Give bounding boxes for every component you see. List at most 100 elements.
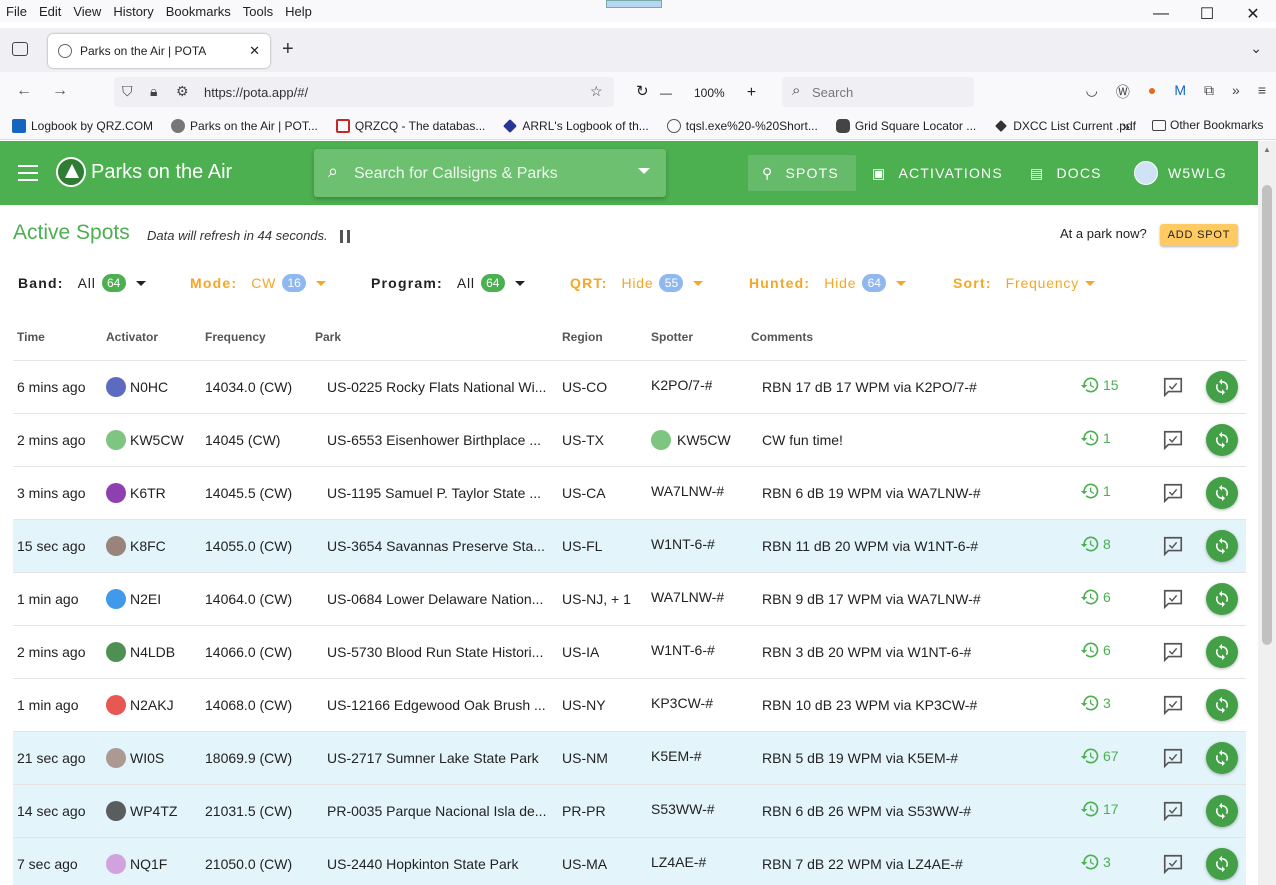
pause-icon[interactable] <box>340 230 350 243</box>
comment-button[interactable] <box>1162 535 1184 560</box>
table-row[interactable]: 1 min ago N2EI 14064.0 (CW) US-0684 Lower D… <box>13 572 1246 625</box>
spotter-cell[interactable]: KP3CW-# <box>651 695 713 711</box>
spotter-cell[interactable]: S53WW-# <box>651 801 715 817</box>
spot-frequency[interactable]: 14064.0 (CW) <box>205 591 292 607</box>
spotter-callsign[interactable]: KP3CW-# <box>651 695 713 711</box>
menu-view[interactable]: View <box>67 4 107 19</box>
spotter-callsign[interactable]: K2PO/7-# <box>651 377 712 393</box>
spotter-cell[interactable]: LZ4AE-# <box>651 854 706 870</box>
m-extension-icon[interactable]: M <box>1174 82 1186 102</box>
filter-hunted[interactable]: Hunted: Hide 64 <box>749 273 907 293</box>
spotter-callsign[interactable]: KW5CW <box>677 432 731 448</box>
table-row[interactable]: 2 mins ago KW5CW 14045 (CW) US-6553 Eisenho… <box>13 413 1246 466</box>
spot-park[interactable]: US-12166 Edgewood Oak Brush ... <box>327 697 553 713</box>
close-tab-icon[interactable]: ✕ <box>249 43 260 59</box>
menu-file[interactable]: File <box>0 4 33 19</box>
table-row[interactable]: 7 sec ago NQ1F 21050.0 (CW) US-2440 Hopkint… <box>13 837 1246 885</box>
spot-park[interactable]: US-2440 Hopkinton State Park <box>327 856 553 872</box>
spot-frequency[interactable]: 14068.0 (CW) <box>205 697 292 713</box>
bookmark-item[interactable]: Parks on the Air | POT... <box>159 118 324 133</box>
table-row[interactable]: 3 mins ago K6TR 14045.5 (CW) US-1195 Samuel… <box>13 466 1246 519</box>
spot-frequency[interactable]: 14034.0 (CW) <box>205 379 292 395</box>
extensions-icon[interactable]: ⧉ <box>1204 82 1214 102</box>
table-row[interactable]: 15 sec ago K8FC 14055.0 (CW) US-3654 Savann… <box>13 519 1246 572</box>
nav-user[interactable]: W5WLG <box>1120 155 1241 191</box>
comment-button[interactable] <box>1162 853 1184 878</box>
activator-callsign[interactable]: WP4TZ <box>130 803 177 819</box>
respot-button[interactable] <box>1206 742 1238 774</box>
spot-park[interactable]: US-5730 Blood Run State Histori... <box>327 644 553 660</box>
spot-park[interactable]: US-6553 Eisenhower Birthplace ... <box>327 432 553 448</box>
hamburger-menu-icon[interactable]: ≡ <box>1258 82 1266 102</box>
spot-park[interactable]: US-0225 Rocky Flats National Wi... <box>327 379 553 395</box>
activator-cell[interactable]: K8FC <box>106 536 166 556</box>
close-window-icon[interactable]: ✕ <box>1230 0 1276 28</box>
spot-park[interactable]: US-0684 Lower Delaware Nation... <box>327 591 553 607</box>
respot-button[interactable] <box>1206 583 1238 615</box>
app-title[interactable]: Parks on the Air <box>91 161 232 184</box>
page-scrollbar[interactable]: ▲ <box>1258 141 1276 885</box>
spot-frequency[interactable]: 18069.9 (CW) <box>205 750 292 766</box>
activator-cell[interactable]: WI0S <box>106 748 164 768</box>
spotter-cell[interactable]: W1NT-6-# <box>651 536 715 552</box>
filter-sort[interactable]: Sort: Frequency <box>953 273 1096 293</box>
scrollbar-thumb[interactable] <box>1262 185 1272 645</box>
spotter-cell[interactable]: WA7LNW-# <box>651 589 724 605</box>
activator-callsign[interactable]: K6TR <box>130 485 166 501</box>
spotter-cell[interactable]: K2PO/7-# <box>651 377 712 393</box>
hunt-history[interactable]: 3 <box>1080 693 1111 713</box>
spot-frequency[interactable]: 21050.0 (CW) <box>205 856 292 872</box>
activator-cell[interactable]: NQ1F <box>106 854 167 874</box>
bookmark-item[interactable]: Grid Square Locator ... <box>824 118 982 133</box>
zoom-out-icon[interactable]: — <box>660 86 672 100</box>
comment-button[interactable] <box>1162 429 1184 454</box>
hunt-history[interactable]: 67 <box>1080 746 1119 766</box>
spotter-callsign[interactable]: K5EM-# <box>651 748 702 764</box>
url-text[interactable]: https://pota.app/#/ <box>204 85 308 100</box>
back-icon[interactable]: ← <box>16 82 32 100</box>
activator-cell[interactable]: N0HC <box>106 377 168 397</box>
spotter-callsign[interactable]: WA7LNW-# <box>651 589 724 605</box>
spot-park[interactable]: US-3654 Savannas Preserve Sta... <box>327 538 553 554</box>
bookmark-item[interactable]: Logbook by QRZ.COM <box>0 118 159 133</box>
activator-cell[interactable]: N2EI <box>106 589 161 609</box>
col-activator[interactable]: Activator <box>106 330 158 344</box>
col-frequency[interactable]: Frequency <box>205 330 266 344</box>
nav-spots[interactable]: ⚲ SPOTS <box>748 155 856 191</box>
activator-cell[interactable]: KW5CW <box>106 430 184 450</box>
hunt-history[interactable]: 6 <box>1080 640 1111 660</box>
new-tab-icon[interactable]: + <box>282 38 294 61</box>
zoom-in-icon[interactable]: + <box>747 84 756 102</box>
col-spotter[interactable]: Spotter <box>651 330 693 344</box>
spot-frequency[interactable]: 14045.5 (CW) <box>205 485 292 501</box>
menu-tools[interactable]: Tools <box>237 4 279 19</box>
bookmark-item[interactable]: DXCC List Current .pdf <box>982 119 1142 133</box>
activator-callsign[interactable]: NQ1F <box>130 856 167 872</box>
activator-callsign[interactable]: K8FC <box>130 538 166 554</box>
callsign-search-input[interactable]: ⌕ Search for Callsigns & Parks <box>314 149 666 197</box>
comment-button[interactable] <box>1162 641 1184 666</box>
comment-button[interactable] <box>1162 588 1184 613</box>
activator-cell[interactable]: N4LDB <box>106 642 175 662</box>
menu-edit[interactable]: Edit <box>33 4 67 19</box>
spotter-cell[interactable]: W1NT-6-# <box>651 642 715 658</box>
respot-button[interactable] <box>1206 848 1238 880</box>
respot-button[interactable] <box>1206 636 1238 668</box>
spotter-callsign[interactable]: LZ4AE-# <box>651 854 706 870</box>
lock-icon[interactable]: 🔒︎ <box>150 83 157 100</box>
spot-park[interactable]: US-2717 Sumner Lake State Park <box>327 750 553 766</box>
comment-button[interactable] <box>1162 482 1184 507</box>
hunt-history[interactable]: 3 <box>1080 852 1111 872</box>
spotter-callsign[interactable]: WA7LNW-# <box>651 483 724 499</box>
spot-park[interactable]: PR-0035 Parque Nacional Isla de... <box>327 803 553 819</box>
filter-band[interactable]: Band: All 64 <box>18 273 146 293</box>
tab-list-icon[interactable] <box>12 42 28 56</box>
activator-callsign[interactable]: N0HC <box>130 379 168 395</box>
col-region[interactable]: Region <box>562 330 603 344</box>
spot-frequency[interactable]: 14055.0 (CW) <box>205 538 292 554</box>
spotter-cell[interactable]: WA7LNW-# <box>651 483 724 499</box>
hunt-history[interactable]: 17 <box>1080 799 1119 819</box>
spotter-cell[interactable]: KW5CW <box>651 430 731 450</box>
zoom-level[interactable]: 100% <box>694 86 725 100</box>
respot-button[interactable] <box>1206 424 1238 456</box>
